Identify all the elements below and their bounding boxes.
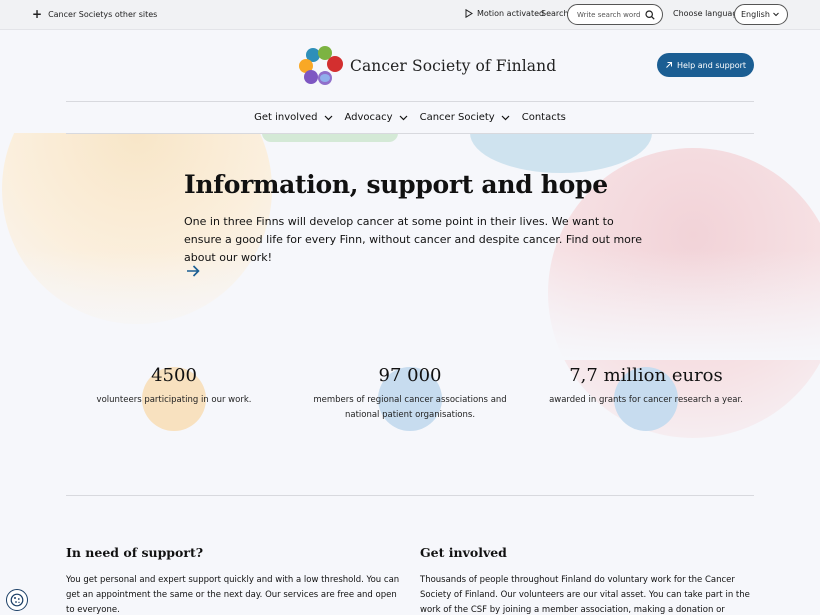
stat-description: volunteers participating in our work.: [96, 395, 252, 405]
stat-description: members of regional cancer associations …: [313, 395, 507, 420]
stat-members: 97 000 members of regional cancer associ…: [303, 365, 517, 431]
cookie-settings-button[interactable]: [6, 589, 28, 611]
utility-bar: + Cancer Societys other sites Motion act…: [0, 0, 820, 30]
support-body: You get personal and expert support quic…: [66, 575, 400, 615]
motion-label: Motion activated: [477, 9, 545, 18]
nav-divider: [66, 133, 754, 134]
search-input[interactable]: [577, 10, 645, 19]
arrow-right-icon[interactable]: [186, 265, 200, 277]
chevron-down-icon: [324, 115, 333, 121]
language-label: Choose language: [673, 9, 743, 18]
logo-flower-icon: [299, 46, 343, 85]
play-icon: [465, 9, 473, 18]
logo-text: Cancer Society of Finland: [350, 57, 557, 75]
nav-item-advocacy[interactable]: Advocacy: [345, 112, 408, 123]
site-header: Cancer Society of Finland Help and suppo…: [0, 30, 820, 102]
hero-title: Information, support and hope: [184, 170, 608, 199]
hero-body: One in three Finns will develop cancer a…: [184, 215, 642, 264]
nav-item-contacts[interactable]: Contacts: [522, 112, 566, 123]
nav-item-get-involved[interactable]: Get involved: [254, 112, 332, 123]
search-field[interactable]: [567, 4, 663, 25]
search-icon[interactable]: [645, 10, 655, 20]
motion-toggle[interactable]: Motion activated: [465, 9, 544, 18]
get-involved-body: Thousands of people throughout Finland d…: [420, 575, 750, 615]
nav-item-cancer-society[interactable]: Cancer Society: [420, 112, 510, 123]
other-sites-label: Cancer Societys other sites: [48, 9, 158, 19]
plus-icon: +: [32, 7, 43, 21]
other-sites-link[interactable]: + Cancer Societys other sites: [32, 7, 158, 21]
stat-value: 7,7 million euros: [569, 365, 723, 386]
help-and-support-button[interactable]: Help and support: [657, 53, 754, 77]
support-title: In need of support?: [66, 545, 204, 560]
nav-label: Get involved: [254, 112, 318, 123]
nav-label: Cancer Society: [419, 112, 495, 123]
chevron-down-icon: [501, 115, 510, 121]
arrow-up-right-icon: [666, 62, 672, 68]
search-label: Search: [541, 9, 569, 18]
language-select[interactable]: English: [734, 4, 788, 25]
nav-label: Contacts: [521, 112, 566, 123]
section-divider: [66, 495, 754, 496]
get-involved-title: Get involved: [420, 545, 507, 560]
language-value: English: [741, 10, 770, 19]
hero-decor-green-arc: [262, 133, 398, 142]
cookie-icon: [10, 593, 24, 607]
help-button-label: Help and support: [676, 60, 747, 70]
stat-description: awarded in grants for cancer research a …: [549, 395, 743, 405]
site-logo[interactable]: Cancer Society of Finland: [298, 45, 556, 87]
stat-volunteers: 4500 volunteers participating in our wor…: [86, 365, 262, 431]
main-nav: Get involved Advocacy Cancer Society Con…: [0, 102, 820, 133]
stat-value: 97 000: [378, 365, 442, 386]
chevron-down-icon: [399, 115, 408, 121]
nav-label: Advocacy: [344, 112, 393, 123]
stat-value: 4500: [151, 365, 197, 386]
chevron-down-icon: [773, 12, 779, 17]
stat-grants: 7,7 million euros awarded in grants for …: [548, 365, 744, 431]
